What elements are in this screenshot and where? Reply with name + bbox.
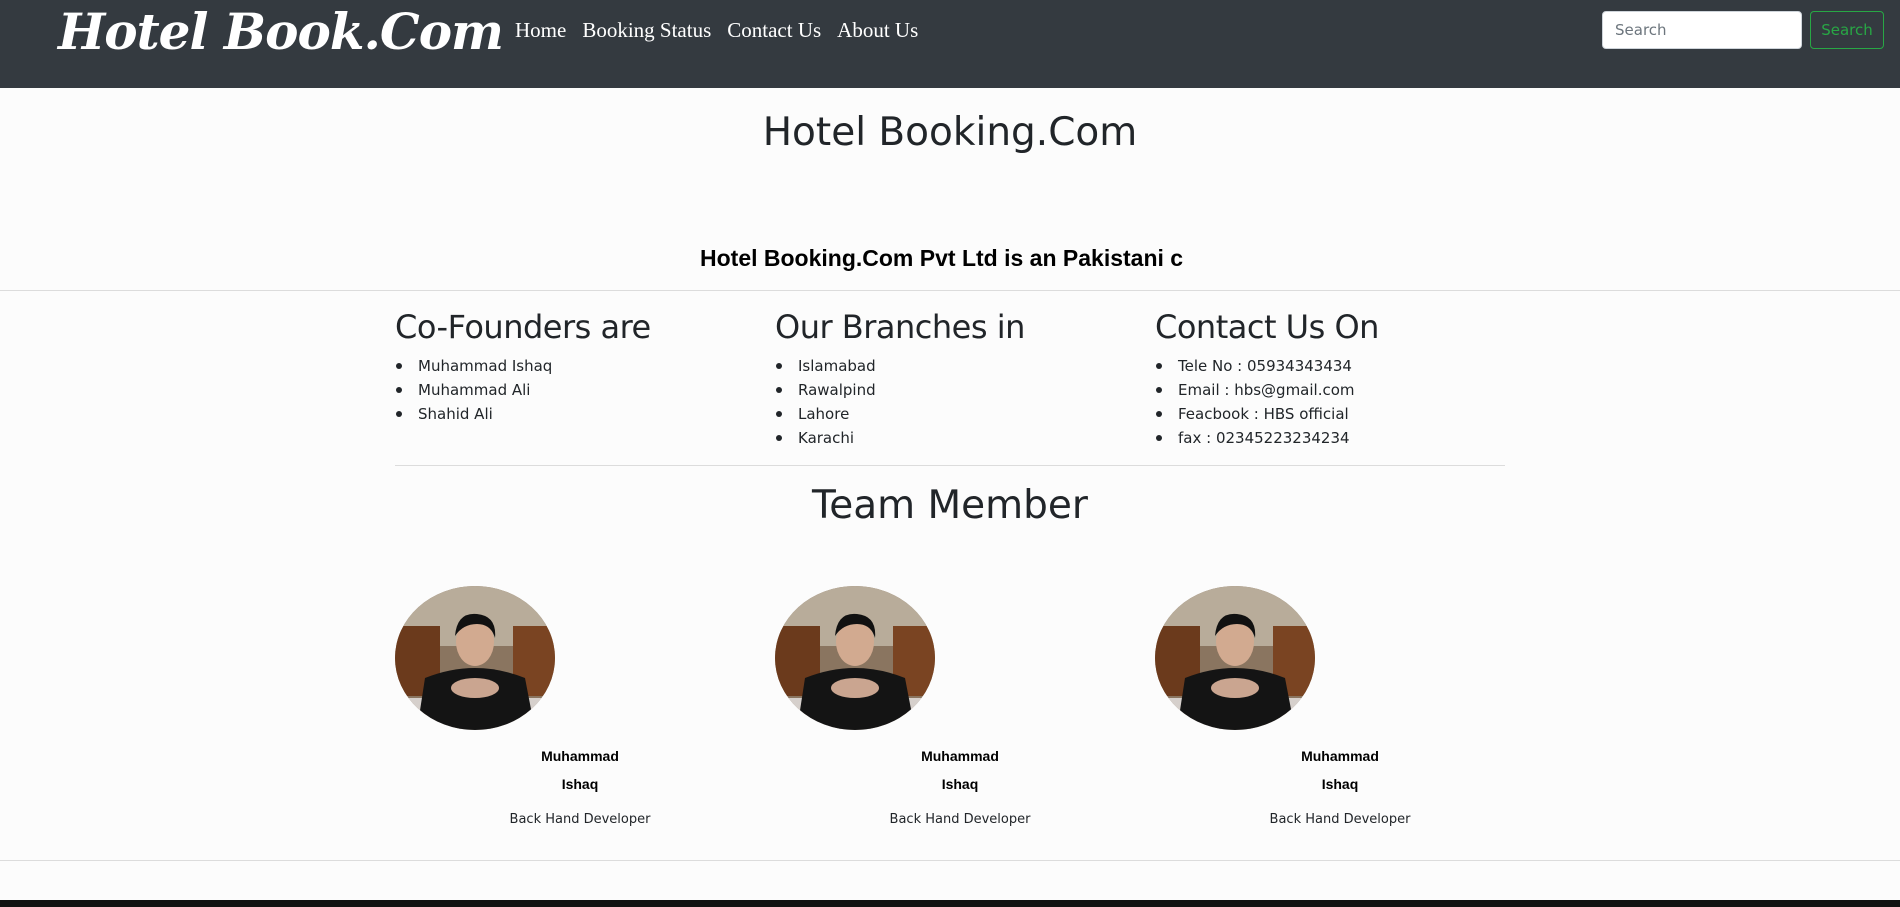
member-name: Muhammad Ishaq: [1301, 748, 1379, 792]
section-divider: [395, 465, 1505, 466]
member-role: Back Hand Developer: [1269, 812, 1411, 827]
list-item: Email : hbs@gmail.com: [1155, 378, 1515, 402]
list-item: Feacbook : HBS official: [1155, 402, 1515, 426]
founders-heading: Co-Founders are: [395, 308, 651, 346]
member-role: Back Hand Developer: [889, 812, 1031, 827]
list-item: Tele No : 05934343434: [1155, 354, 1515, 378]
contact-section: Contact Us On Tele No : 05934343434 Emai…: [1155, 308, 1515, 450]
contact-list: Tele No : 05934343434 Email : hbs@gmail.…: [1155, 354, 1515, 450]
branches-list: Islamabad Rawalpind Lahore Karachi: [775, 354, 1135, 450]
list-item: Lahore: [775, 402, 1135, 426]
list-item: Rawalpind: [775, 378, 1135, 402]
team-title: Team Member: [812, 483, 1088, 528]
member-photo: [775, 586, 935, 730]
list-item: Shahid Ali: [395, 402, 755, 426]
list-item: fax : 02345223234234: [1155, 426, 1515, 450]
navbar: Hotel Book.Com Home Booking Status Conta…: [0, 0, 1900, 88]
branches-heading: Our Branches in: [775, 308, 1025, 346]
brand-logo[interactable]: Hotel Book.Com: [58, 2, 504, 61]
footer-bar: [0, 900, 1900, 907]
section-divider: [0, 290, 1900, 291]
search-button[interactable]: Search: [1810, 11, 1884, 49]
member-photo: [1155, 586, 1315, 730]
page-title: Hotel Booking.Com: [762, 110, 1138, 155]
nav-link-home[interactable]: Home: [515, 18, 566, 43]
founders-section: Co-Founders are Muhammad Ishaq Muhammad …: [395, 308, 755, 426]
branches-section: Our Branches in Islamabad Rawalpind Laho…: [775, 308, 1135, 450]
company-marquee: Hotel Booking.Com Pvt Ltd is an Pakistan…: [700, 245, 1184, 271]
team-member-card: Muhammad Ishaq Back Hand Developer: [775, 586, 1155, 836]
nav-link-contact-us[interactable]: Contact Us: [727, 18, 821, 43]
search-input[interactable]: [1602, 11, 1802, 49]
member-name: Muhammad Ishaq: [921, 748, 999, 792]
member-role: Back Hand Developer: [509, 812, 651, 827]
nav-link-booking-status[interactable]: Booking Status: [582, 18, 711, 43]
list-item: Islamabad: [775, 354, 1135, 378]
contact-heading: Contact Us On: [1155, 308, 1379, 346]
nav-link-about-us[interactable]: About Us: [837, 18, 918, 43]
list-item: Karachi: [775, 426, 1135, 450]
team-member-card: Muhammad Ishaq Back Hand Developer: [1155, 586, 1535, 836]
founders-list: Muhammad Ishaq Muhammad Ali Shahid Ali: [395, 354, 755, 426]
nav-links: Home Booking Status Contact Us About Us: [515, 18, 934, 43]
member-name: Muhammad Ishaq: [541, 748, 619, 792]
section-divider: [0, 860, 1900, 861]
list-item: Muhammad Ali: [395, 378, 755, 402]
member-photo: [395, 586, 555, 730]
list-item: Muhammad Ishaq: [395, 354, 755, 378]
team-member-card: Muhammad Ishaq Back Hand Developer: [395, 586, 775, 836]
